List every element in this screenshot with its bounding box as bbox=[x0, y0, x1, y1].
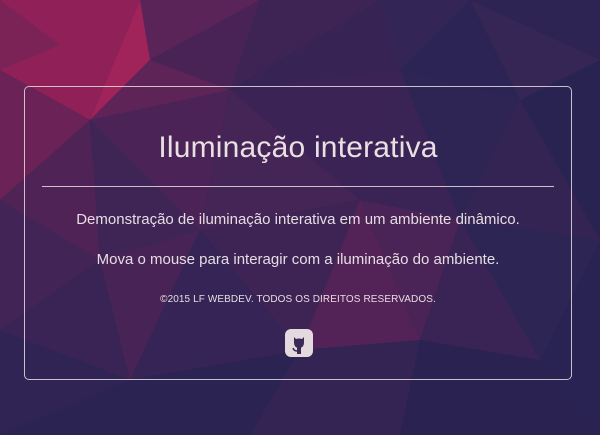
instruction-text: Mova o mouse para interagir com a ilumin… bbox=[96, 251, 500, 268]
interactive-lighting-scene[interactable]: Iluminação interativa Demonstração de il… bbox=[0, 0, 600, 435]
page-title: Iluminação interativa bbox=[158, 131, 438, 164]
description-text: Demonstração de iluminação interativa em… bbox=[76, 211, 520, 228]
copyright-text: ©2015 LF WEBDEV. TODOS OS DIREITOS RESER… bbox=[160, 294, 436, 305]
title-divider bbox=[42, 186, 554, 187]
github-icon[interactable] bbox=[284, 328, 314, 358]
info-panel: Iluminação interativa Demonstração de il… bbox=[24, 86, 572, 380]
